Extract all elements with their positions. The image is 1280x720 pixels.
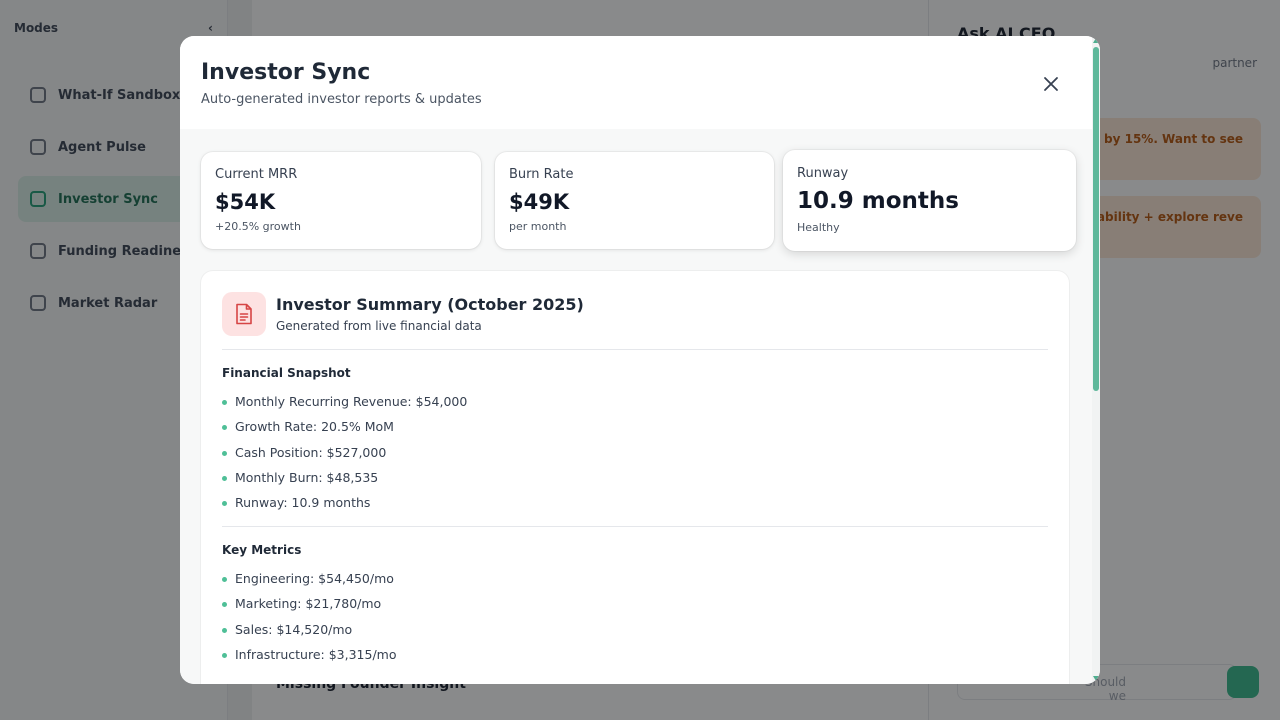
list-item: Runway: 10.9 months [222, 496, 467, 521]
investor-sync-modal: Investor Sync Auto-generated investor re… [180, 36, 1100, 684]
stat-note: per month [509, 220, 567, 233]
list-item: Sales: $14,520/mo [222, 622, 397, 648]
stat-value: 10.9 months [797, 188, 959, 214]
key-metrics-list: Engineering: $54,450/mo Marketing: $21,7… [222, 571, 397, 673]
scroll-thumb[interactable] [1093, 47, 1099, 391]
stat-card-runway: Runway 10.9 months Healthy [783, 150, 1076, 251]
stat-label: Burn Rate [509, 167, 574, 182]
list-item: Marketing: $21,780/mo [222, 597, 397, 622]
modal-subtitle: Auto-generated investor reports & update… [201, 92, 482, 107]
stat-note: Healthy [797, 221, 840, 234]
stat-card-burn-rate: Burn Rate $49K per month [495, 152, 774, 249]
list-item: Growth Rate: 20.5% MoM [222, 420, 467, 445]
stat-label: Runway [797, 166, 849, 181]
scrollbar[interactable] [1092, 36, 1100, 684]
modal-title: Investor Sync [201, 60, 371, 85]
summary-title: Investor Summary (October 2025) [276, 295, 584, 314]
stat-value: $54K [215, 190, 276, 214]
document-icon [222, 292, 266, 336]
investor-summary-card: Investor Summary (October 2025) Generate… [201, 271, 1069, 684]
modal-header: Investor Sync Auto-generated investor re… [180, 36, 1092, 129]
modal-body[interactable]: Current MRR $54K +20.5% growth Burn Rate… [180, 129, 1092, 684]
financial-snapshot-list: Monthly Recurring Revenue: $54,000 Growt… [222, 394, 467, 521]
section-title-financial-snapshot: Financial Snapshot [222, 366, 351, 380]
list-item: Engineering: $54,450/mo [222, 571, 397, 597]
close-button[interactable] [1038, 71, 1064, 97]
list-item: Infrastructure: $3,315/mo [222, 647, 397, 673]
scroll-up-icon[interactable] [1093, 38, 1099, 43]
scroll-down-icon[interactable] [1093, 676, 1099, 681]
list-item: Cash Position: $527,000 [222, 445, 467, 471]
stat-note: +20.5% growth [215, 220, 301, 233]
list-item: Monthly Burn: $48,535 [222, 470, 467, 496]
stat-value: $49K [509, 190, 570, 214]
close-icon [1044, 77, 1058, 91]
summary-subtitle: Generated from live financial data [276, 319, 482, 333]
stat-card-mrr: Current MRR $54K +20.5% growth [201, 152, 481, 249]
stat-label: Current MRR [215, 167, 298, 182]
divider [222, 526, 1048, 527]
section-title-key-metrics: Key Metrics [222, 543, 302, 557]
divider [222, 349, 1048, 350]
list-item: Monthly Recurring Revenue: $54,000 [222, 394, 467, 420]
